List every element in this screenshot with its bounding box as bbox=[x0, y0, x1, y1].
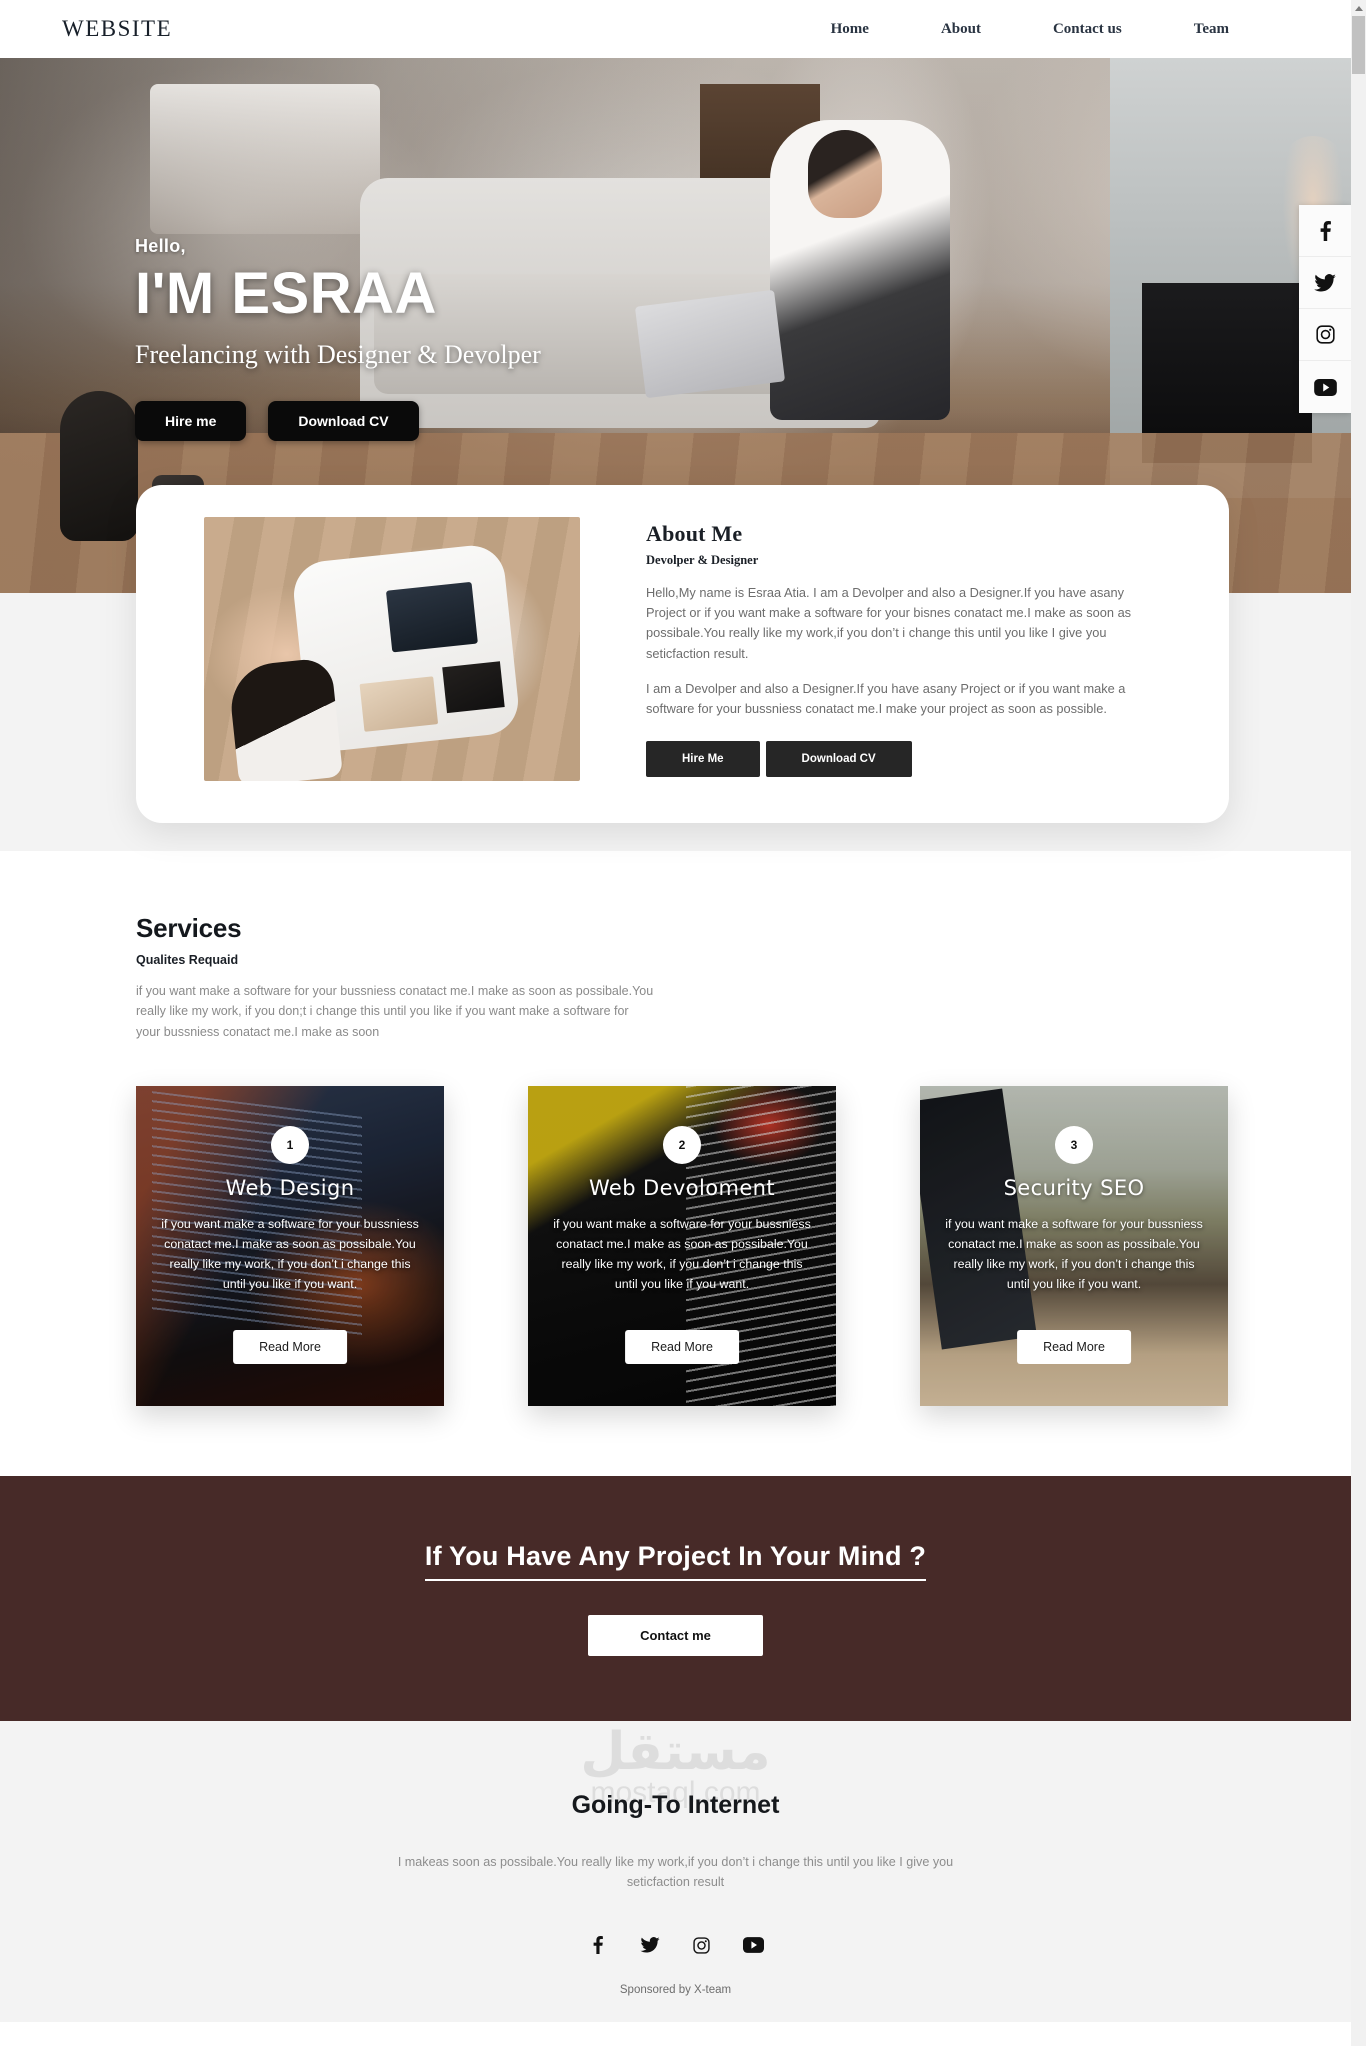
service-card-title: Security SEO bbox=[1003, 1175, 1145, 1200]
social-rail-twitter[interactable] bbox=[1299, 257, 1351, 309]
service-card-title: Web Design bbox=[225, 1175, 355, 1200]
services-subtitle: Qualites Requaid bbox=[136, 953, 239, 967]
social-rail-facebook[interactable] bbox=[1299, 205, 1351, 257]
services-description: if you want make a software for your bus… bbox=[136, 984, 654, 1039]
footer-section: Going-To Internet I makeas soon as possi… bbox=[0, 1720, 1351, 2023]
services-cards: 1 Web Design if you want make a software… bbox=[136, 1085, 1351, 1406]
page-root: WEBSITE Home About Contact us Team Hello… bbox=[0, 0, 1366, 2046]
hero-subtitle: Freelancing with Designer & Devolper bbox=[135, 339, 541, 369]
service-card-title: Web Devoloment bbox=[588, 1175, 776, 1200]
about-paragraph-2: I am a Devolper and also a Designer.If y… bbox=[646, 680, 1126, 717]
nav-item-home[interactable]: Home bbox=[831, 21, 869, 38]
nav-links: Home About Contact us Team bbox=[831, 21, 1289, 38]
service-read-more-button[interactable]: Read More bbox=[1017, 1329, 1131, 1364]
facebook-icon bbox=[1320, 220, 1331, 241]
footer-social-youtube[interactable] bbox=[741, 1932, 767, 1958]
vertical-scrollbar[interactable] bbox=[1351, 0, 1366, 2046]
scrollbar-up-arrow[interactable] bbox=[1351, 0, 1366, 16]
footer-credit: Sponsored by X-team bbox=[619, 1984, 732, 1997]
hero-name: I'M ESRAA bbox=[135, 261, 437, 326]
contact-me-button[interactable]: Contact me bbox=[588, 1614, 763, 1656]
service-read-more-button[interactable]: Read More bbox=[625, 1329, 739, 1364]
chevron-up-icon bbox=[1354, 5, 1363, 11]
about-card: About Me Devolper & Designer Hello,My na… bbox=[136, 485, 1229, 823]
facebook-icon bbox=[593, 1936, 603, 1955]
service-card-web-devoloment[interactable]: 2 Web Devoloment if you want make a soft… bbox=[528, 1085, 836, 1406]
services-title: Services bbox=[136, 913, 242, 943]
service-card-web-design[interactable]: 1 Web Design if you want make a software… bbox=[136, 1085, 444, 1406]
youtube-icon bbox=[1313, 378, 1337, 396]
download-cv-button[interactable]: Download CV bbox=[268, 401, 419, 442]
side-social-rail bbox=[1299, 205, 1351, 413]
footer-social-twitter[interactable] bbox=[637, 1932, 663, 1958]
about-photo-book bbox=[359, 676, 439, 732]
nav-item-contact-us[interactable]: Contact us bbox=[1053, 21, 1122, 38]
instagram-icon bbox=[1315, 325, 1335, 344]
hero-laptop bbox=[634, 289, 786, 399]
nav-item-team[interactable]: Team bbox=[1194, 21, 1229, 38]
hero-buttons: Hire me Download CV bbox=[135, 401, 541, 442]
hero-clothes-rack bbox=[150, 84, 380, 234]
top-navbar: WEBSITE Home About Contact us Team bbox=[0, 0, 1351, 58]
footer-description: I makeas soon as possibale.You really li… bbox=[397, 1854, 954, 1889]
service-card-text: if you want make a software for your bus… bbox=[553, 1216, 811, 1292]
twitter-icon bbox=[1314, 273, 1336, 291]
hire-me-button[interactable]: Hire me bbox=[135, 401, 247, 442]
scrollbar-thumb[interactable] bbox=[1352, 16, 1365, 74]
service-card-badge: 2 bbox=[663, 1125, 701, 1164]
footer-title: Going-To Internet bbox=[571, 1790, 780, 1819]
about-photo bbox=[204, 517, 580, 781]
cta-section: If You Have Any Project In Your Mind ? C… bbox=[0, 1475, 1351, 1721]
instagram-icon bbox=[693, 1936, 710, 1954]
social-rail-youtube[interactable] bbox=[1299, 361, 1351, 413]
about-photo-laptop bbox=[385, 581, 478, 653]
hero-person-head bbox=[808, 130, 882, 218]
hero-content: Hello, I'M ESRAA Freelancing with Design… bbox=[135, 236, 541, 442]
nav-item-about[interactable]: About bbox=[941, 21, 981, 38]
about-photo-desk bbox=[227, 542, 522, 781]
about-role: Devolper & Designer bbox=[646, 553, 759, 567]
footer-socials bbox=[0, 1932, 1351, 1958]
about-title: About Me bbox=[646, 521, 743, 546]
about-download-cv-button[interactable]: Download CV bbox=[765, 741, 912, 778]
footer-social-instagram[interactable] bbox=[689, 1932, 715, 1958]
service-card-badge: 3 bbox=[1055, 1125, 1093, 1164]
watermark-arabic: مستقل bbox=[580, 1721, 771, 1782]
about-text-column: About Me Devolper & Designer Hello,My na… bbox=[646, 517, 1189, 791]
cta-title: If You Have Any Project In Your Mind ? bbox=[424, 1541, 927, 1581]
twitter-icon bbox=[639, 1937, 660, 1953]
footer-social-facebook[interactable] bbox=[585, 1932, 611, 1958]
service-card-text: if you want make a software for your bus… bbox=[161, 1216, 419, 1292]
hero-greeting: Hello, bbox=[135, 236, 186, 256]
services-section: Services Qualites Requaid if you want ma… bbox=[0, 851, 1351, 1476]
service-read-more-button[interactable]: Read More bbox=[233, 1329, 347, 1364]
about-paragraph-1: Hello,My name is Esraa Atia. I am a Devo… bbox=[646, 585, 1132, 661]
youtube-icon bbox=[743, 1937, 764, 1953]
about-buttons: Hire Me Download CV bbox=[646, 741, 1189, 778]
service-card-badge: 1 bbox=[271, 1125, 309, 1164]
service-card-text: if you want make a software for your bus… bbox=[945, 1216, 1203, 1292]
about-photo-notepad bbox=[442, 661, 505, 714]
hero-vase-large bbox=[60, 391, 138, 541]
about-hire-me-button[interactable]: Hire Me bbox=[646, 741, 760, 778]
about-section: About Me Devolper & Designer Hello,My na… bbox=[0, 485, 1351, 851]
about-photo-person bbox=[227, 656, 344, 781]
social-rail-instagram[interactable] bbox=[1299, 309, 1351, 361]
service-card-security-seo[interactable]: 3 Security SEO if you want make a softwa… bbox=[920, 1085, 1228, 1406]
site-logo[interactable]: WEBSITE bbox=[62, 16, 172, 42]
